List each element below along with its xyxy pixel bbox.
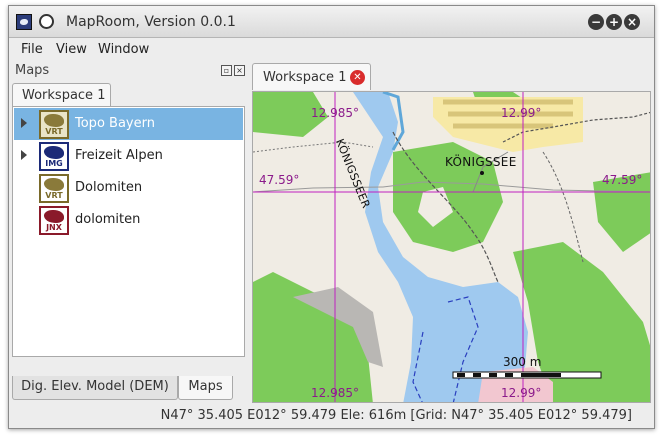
dock-close-icon[interactable]: ×	[234, 65, 245, 76]
jnx-map-icon: JNX	[39, 206, 69, 235]
img-map-icon: IMG	[39, 142, 69, 171]
minimize-button[interactable]: −	[588, 14, 604, 30]
grid-label-lon-bottom-left: 12.985°	[311, 386, 359, 400]
maximize-button[interactable]: +	[606, 14, 622, 30]
menu-window[interactable]: Window	[98, 42, 149, 57]
tree-item-label: Topo Bayern	[75, 116, 155, 131]
title-bar: MapRoom, Version 0.0.1 − + ×	[9, 6, 654, 38]
window-menu-button[interactable]	[39, 14, 54, 29]
tree-item-freizeit-alpen[interactable]: IMG Freizeit Alpen	[14, 140, 243, 172]
grid-label-lon-bottom-right: 12.99°	[501, 386, 542, 400]
grid-label-lon-top-right: 12.99°	[501, 106, 542, 120]
menu-view[interactable]: View	[56, 42, 87, 57]
map-type-tag: IMG	[41, 159, 67, 169]
maps-tree: VRT Topo Bayern IMG Freizeit Alpen VRT D…	[12, 106, 245, 357]
tab-map-workspace-1[interactable]: Workspace 1 ✕	[252, 63, 371, 90]
tree-item-label: Freizeit Alpen	[75, 148, 163, 163]
vrt-map-icon: VRT	[39, 110, 69, 139]
grid-label-lat-left: 47.59°	[259, 173, 300, 187]
app-icon	[16, 14, 32, 30]
tree-item-topo-bayern[interactable]: VRT Topo Bayern	[14, 108, 243, 140]
expand-arrow-icon[interactable]	[21, 150, 27, 160]
close-window-button[interactable]: ×	[624, 14, 640, 30]
map-type-tag: VRT	[41, 127, 67, 137]
status-bar: N47° 35.405 E012° 59.479 Ele: 616m [Grid…	[9, 404, 654, 428]
place-label-koenigssee: KÖNIGSSEE	[445, 155, 517, 169]
map-type-tag: JNX	[41, 223, 67, 233]
vrt-map-icon: VRT	[39, 174, 69, 203]
maps-dock-title: Maps	[15, 63, 50, 78]
close-tab-icon[interactable]: ✕	[350, 70, 365, 85]
status-coordinates: N47° 35.405 E012° 59.479 Ele: 616m [Grid…	[160, 408, 632, 423]
grid-label-lat-right: 47.59°	[602, 173, 643, 187]
menu-bar: File View Window	[9, 39, 654, 61]
tab-workspace-1[interactable]: Workspace 1	[12, 83, 111, 107]
grid-label-lon-top-left: 12.985°	[311, 106, 359, 120]
map-tab-label: Workspace 1	[263, 70, 347, 85]
map-canvas[interactable]: 12.985° 12.99° 47.59° 47.59° 12.985° 12.…	[252, 91, 651, 403]
tree-item-dolomiten[interactable]: VRT Dolomiten	[14, 172, 243, 204]
tree-item-label: Dolomiten	[75, 180, 143, 195]
main-window: MapRoom, Version 0.0.1 − + × File View W…	[8, 5, 655, 429]
window-title: MapRoom, Version 0.0.1	[66, 14, 236, 30]
menu-file[interactable]: File	[21, 42, 43, 57]
tab-maps[interactable]: Maps	[178, 376, 233, 400]
map-rendering	[253, 92, 650, 402]
expand-arrow-icon[interactable]	[21, 118, 27, 128]
tree-item-label: dolomiten	[75, 212, 141, 227]
tree-item-dolomiten-jnx[interactable]: JNX dolomiten	[14, 204, 243, 236]
dock-float-icon[interactable]: ▫	[221, 65, 232, 76]
map-type-tag: VRT	[41, 191, 67, 201]
scale-bar-label: 300 m	[503, 355, 542, 369]
tab-dem[interactable]: Dig. Elev. Model (DEM)	[12, 376, 178, 400]
